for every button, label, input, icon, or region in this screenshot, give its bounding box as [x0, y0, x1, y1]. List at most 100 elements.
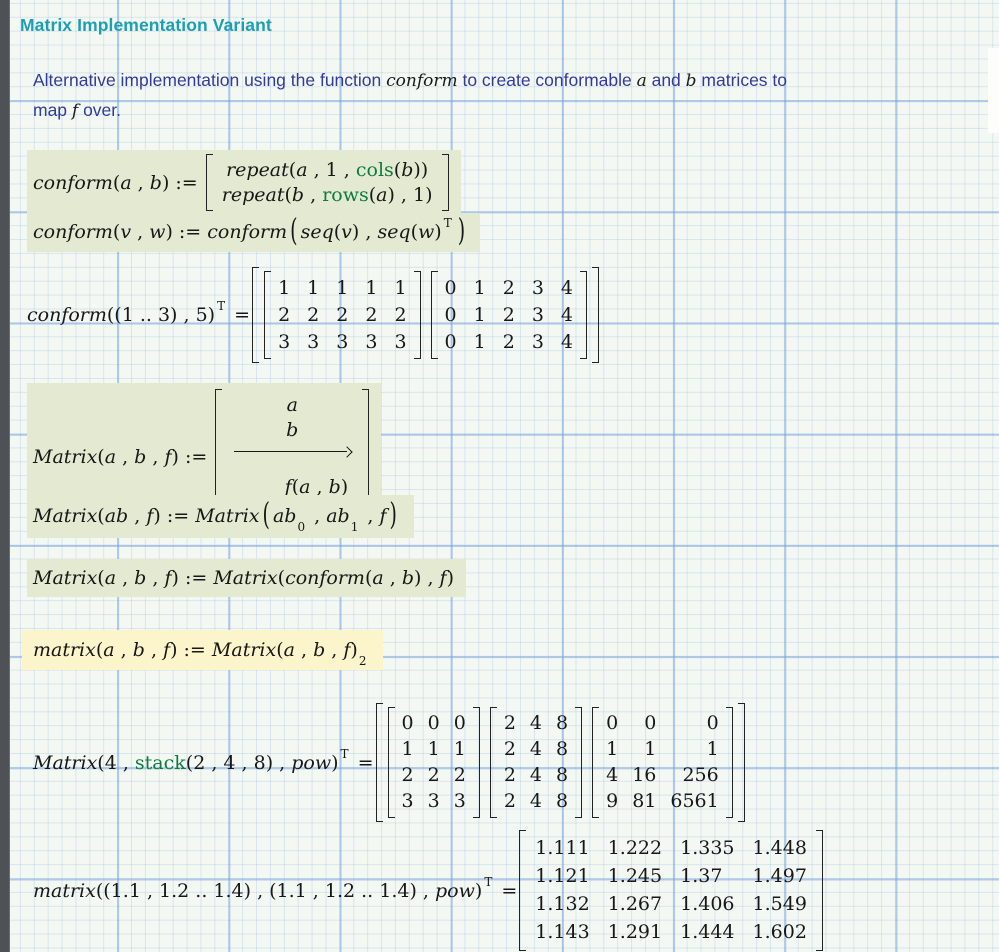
matrix-cell: 4 [529, 790, 542, 812]
matrix-cell: 1.335 [680, 837, 735, 859]
math-token: ) [434, 221, 442, 243]
matrix-cell: 3 [531, 304, 544, 326]
matrix-cell: 2 [503, 712, 516, 734]
math-token: a [372, 567, 384, 589]
math-token: and [646, 70, 686, 90]
math-token: a [636, 71, 647, 91]
math-token: ) [446, 567, 454, 589]
matrix-cell: 2 [453, 764, 466, 786]
math-token: , [131, 171, 150, 194]
math-token: Alternative implementation using the fun… [33, 70, 387, 90]
math-token: , [304, 184, 323, 206]
matrix-cell: 4 [560, 331, 574, 353]
matrix-cell: 8 [556, 712, 569, 734]
right-bracket [441, 154, 449, 211]
math-token: conform [285, 567, 365, 589]
intro-line-1: Alternative implementation using the fun… [33, 66, 787, 96]
math-token: cols [355, 159, 394, 181]
math-token: b [286, 419, 299, 441]
math-token: ) := [171, 446, 214, 468]
math-token: = [228, 304, 251, 326]
math-token: , [146, 446, 165, 468]
math-token: , [146, 567, 165, 589]
matrix-cell: 1.37 [680, 865, 723, 887]
math-token: f [379, 505, 387, 527]
matrix-cell: 2 [427, 764, 440, 786]
math-region-Matrix-conform-definition[interactable]: Matrix(a , b , f) := Matrix(conform(a , … [27, 559, 466, 597]
math-token: Matrix [213, 567, 278, 589]
matrix-cell: 1.549 [752, 893, 807, 915]
left-bracket [264, 271, 272, 359]
math-token: ) := [170, 639, 212, 661]
math-region-matrix-lowercase-definition[interactable]: matrix(a , b , f) := Matrix(a , b , f)2 [22, 630, 384, 670]
math-token: , [114, 639, 133, 661]
math-token: , [116, 446, 135, 468]
math-token: pow [435, 879, 475, 902]
matrix-cell: 2 [502, 277, 515, 299]
stack-rows: repeat(a , 1 , cols(b)) repeat(b , rows(… [213, 154, 442, 211]
math-token: a [286, 394, 298, 416]
math-token: ( [276, 639, 284, 661]
math-region-conform-evaluation[interactable]: conform((1 .. 3) , 5) T = 111112222233333… [27, 267, 601, 363]
math-token: matrix [33, 639, 96, 661]
stack-row-repeat-a: repeat(a , 1 , cols(b)) [226, 159, 428, 181]
matrix-cell: 1.121 [535, 865, 590, 887]
math-region-Matrix-ab-definition[interactable]: Matrix(ab , f) := Matrix(ab0 , ab1 , f) [27, 495, 414, 538]
math-token: ab [104, 505, 129, 527]
math-token: T [217, 299, 226, 313]
math-token: ) , 1) [387, 184, 433, 206]
page-margin-strip [0, 0, 10, 952]
math-token: b [134, 446, 147, 468]
math-token: v [120, 221, 132, 243]
matrix-grid: 111112222233333 [271, 271, 413, 359]
math-token: a [376, 184, 388, 206]
matrix-cell: 1.111 [535, 837, 590, 859]
math-token: T [443, 216, 452, 230]
math-token: seq [300, 221, 334, 243]
intro-text-region[interactable]: Alternative implementation using the fun… [33, 66, 787, 126]
math-token: Matrix [33, 751, 98, 774]
matrix-cell: 0 [444, 277, 457, 299]
matrix-cell: 1 [473, 331, 486, 353]
matrix-grid: 000111222333 [395, 707, 473, 818]
right-bracket [472, 707, 480, 818]
matrix-cell: 1 [278, 277, 291, 299]
formula: matrix(a , b , f) := Matrix(a , b , f)2 [33, 639, 369, 668]
math-token: ab [326, 505, 350, 527]
math-token: ) := [153, 505, 196, 527]
matrix-cell: 1.267 [607, 893, 663, 915]
stack-row-repeat-b: repeat(b , rows(a) , 1) [222, 184, 433, 206]
matrix-cell: 3 [531, 331, 544, 353]
math-token: Matrix [33, 446, 98, 468]
matrix-cell: 2 [307, 304, 320, 326]
math-token: a [104, 446, 117, 468]
matrix-cell: 1 [473, 277, 486, 299]
math-token: f [164, 446, 172, 468]
math-token: T [340, 746, 349, 761]
matrix-cell: 3 [394, 331, 407, 353]
formula-lhs: Matrix(a , b , f) := [33, 446, 213, 468]
matrix-cell: 1 [473, 304, 486, 326]
math-region-conform-definition[interactable]: conform(a , b) := repeat(a , 1 , cols(b)… [27, 150, 461, 215]
left-bracket [387, 707, 395, 818]
math-token: matrices to [696, 70, 788, 90]
math-region-conform-vw-definition[interactable]: conform(v , w) := conform(seq(v) , seq(w… [27, 213, 481, 252]
left-bracket [252, 267, 260, 363]
page-title[interactable]: Matrix Implementation Variant [20, 15, 272, 36]
matrix-cell: 16 [632, 764, 657, 786]
matrix-cell: 3 [336, 331, 349, 353]
math-token: , [116, 567, 135, 589]
left-bracket [489, 707, 497, 818]
right-bracket [580, 271, 588, 359]
matrix-cell: 4 [529, 738, 542, 760]
nested-matrices: 111112222233333 012340123401234 [259, 267, 592, 363]
math-region-Matrix-evaluation[interactable]: Matrix(4 , stack(2 , 4 , 8) , pow) T = 00… [33, 703, 747, 822]
matrix-cell: 1.497 [752, 865, 807, 887]
math-token: ) [389, 497, 397, 533]
matrix-cell: 3 [365, 331, 378, 353]
math-region-matrix-evaluation[interactable]: matrix((1.1 , 1.2 .. 1.4) , (1.1 , 1.2 .… [33, 830, 825, 951]
matrix-grid: 012340123401234 [438, 271, 580, 359]
math-token: b [685, 71, 697, 91]
matrix-cell: 1.222 [607, 837, 663, 859]
matrix-cell: 1.448 [752, 837, 807, 859]
